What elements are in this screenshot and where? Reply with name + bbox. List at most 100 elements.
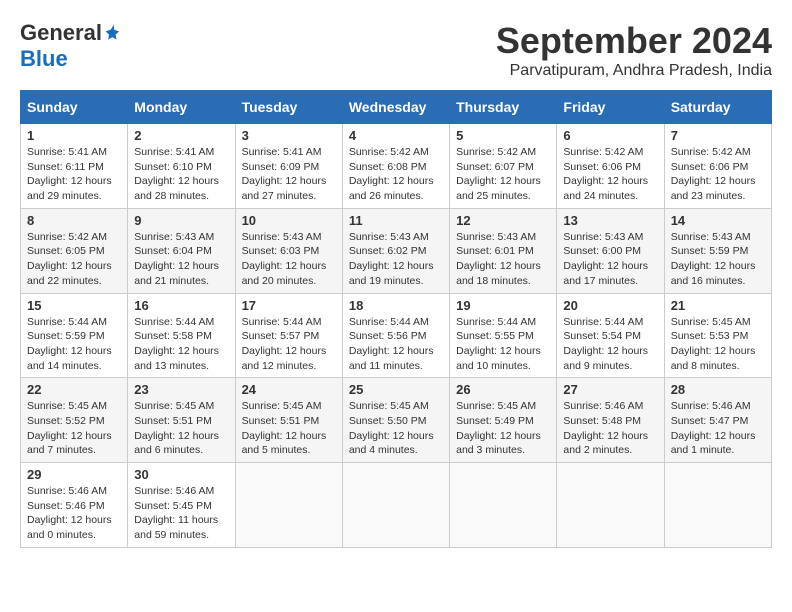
day-number: 26 [456,382,550,397]
table-row: 9 Sunrise: 5:43 AM Sunset: 6:04 PM Daylig… [128,208,235,293]
day-number: 16 [134,298,228,313]
day-number: 25 [349,382,443,397]
calendar-week-row: 1 Sunrise: 5:41 AM Sunset: 6:11 PM Daylig… [21,124,772,209]
day-number: 2 [134,128,228,143]
day-info: Sunrise: 5:46 AM Sunset: 5:46 PM Dayligh… [27,484,121,543]
day-info: Sunrise: 5:43 AM Sunset: 6:04 PM Dayligh… [134,230,228,289]
table-row: 20Sunrise: 5:44 AM Sunset: 5:54 PM Dayli… [557,293,664,378]
day-info: Sunrise: 5:42 AM Sunset: 6:07 PM Dayligh… [456,145,550,204]
table-row: 19 Sunrise: 5:44 AM Sunset: 5:55 PM Dayli… [450,293,557,378]
day-number: 24 [242,382,336,397]
day-number: 14 [671,213,765,228]
day-number: 4 [349,128,443,143]
month-title: September 2024 [496,20,772,62]
day-info: Sunrise: 5:44 AM Sunset: 5:54 PM Dayligh… [563,315,657,374]
day-info: Sunrise: 5:46 AM Sunset: 5:47 PM Dayligh… [671,399,765,458]
day-number: 15 [27,298,121,313]
col-sunday: Sunday [21,91,128,124]
day-info: Sunrise: 5:45 AM Sunset: 5:51 PM Dayligh… [134,399,228,458]
header: General Blue September 2024 Parvatipuram… [20,20,772,80]
day-info: Sunrise: 5:45 AM Sunset: 5:50 PM Dayligh… [349,399,443,458]
day-number: 3 [242,128,336,143]
calendar-week-row: 8 Sunrise: 5:42 AM Sunset: 6:05 PM Daylig… [21,208,772,293]
day-info: Sunrise: 5:43 AM Sunset: 6:03 PM Dayligh… [242,230,336,289]
col-saturday: Saturday [664,91,771,124]
table-row: 14Sunrise: 5:43 AM Sunset: 5:59 PM Dayli… [664,208,771,293]
table-row: 5 Sunrise: 5:42 AM Sunset: 6:07 PM Daylig… [450,124,557,209]
day-info: Sunrise: 5:44 AM Sunset: 5:59 PM Dayligh… [27,315,121,374]
day-number: 13 [563,213,657,228]
table-row: 18Sunrise: 5:44 AM Sunset: 5:56 PM Dayli… [342,293,449,378]
table-row: 10 Sunrise: 5:43 AM Sunset: 6:03 PM Dayli… [235,208,342,293]
day-info: Sunrise: 5:45 AM Sunset: 5:51 PM Dayligh… [242,399,336,458]
table-row: 2 Sunrise: 5:41 AM Sunset: 6:10 PM Daylig… [128,124,235,209]
calendar-body: 1 Sunrise: 5:41 AM Sunset: 6:11 PM Daylig… [21,124,772,548]
day-number: 10 [242,213,336,228]
day-number: 8 [27,213,121,228]
day-number: 28 [671,382,765,397]
day-number: 5 [456,128,550,143]
table-row: 28 Sunrise: 5:46 AM Sunset: 5:47 PM Dayli… [664,378,771,463]
col-wednesday: Wednesday [342,91,449,124]
calendar-week-row: 29 Sunrise: 5:46 AM Sunset: 5:46 PM Dayli… [21,463,772,548]
calendar-week-row: 15 Sunrise: 5:44 AM Sunset: 5:59 PM Dayli… [21,293,772,378]
day-info: Sunrise: 5:45 AM Sunset: 5:53 PM Dayligh… [671,315,765,374]
table-row: 13 Sunrise: 5:43 AM Sunset: 6:00 PM Dayli… [557,208,664,293]
day-number: 7 [671,128,765,143]
calendar: Sunday Monday Tuesday Wednesday Thursday… [20,90,772,548]
day-number: 1 [27,128,121,143]
day-info: Sunrise: 5:41 AM Sunset: 6:11 PM Dayligh… [27,145,121,204]
col-thursday: Thursday [450,91,557,124]
day-info: Sunrise: 5:41 AM Sunset: 6:09 PM Dayligh… [242,145,336,204]
day-info: Sunrise: 5:44 AM Sunset: 5:56 PM Dayligh… [349,315,443,374]
table-row: 30 Sunrise: 5:46 AM Sunset: 5:45 PM Dayli… [128,463,235,548]
day-number: 23 [134,382,228,397]
logo-general-text: General [20,20,102,46]
col-monday: Monday [128,91,235,124]
day-number: 12 [456,213,550,228]
table-row: 29 Sunrise: 5:46 AM Sunset: 5:46 PM Dayli… [21,463,128,548]
table-row: 4 Sunrise: 5:42 AM Sunset: 6:08 PM Daylig… [342,124,449,209]
day-info: Sunrise: 5:42 AM Sunset: 6:08 PM Dayligh… [349,145,443,204]
day-info: Sunrise: 5:46 AM Sunset: 5:45 PM Dayligh… [134,484,228,543]
day-info: Sunrise: 5:43 AM Sunset: 6:00 PM Dayligh… [563,230,657,289]
table-row: 11Sunrise: 5:43 AM Sunset: 6:02 PM Dayli… [342,208,449,293]
day-info: Sunrise: 5:44 AM Sunset: 5:55 PM Dayligh… [456,315,550,374]
table-row [557,463,664,548]
day-number: 6 [563,128,657,143]
table-row: 3 Sunrise: 5:41 AM Sunset: 6:09 PM Daylig… [235,124,342,209]
day-number: 22 [27,382,121,397]
table-row: 15 Sunrise: 5:44 AM Sunset: 5:59 PM Dayli… [21,293,128,378]
day-number: 21 [671,298,765,313]
day-number: 19 [456,298,550,313]
day-info: Sunrise: 5:42 AM Sunset: 6:06 PM Dayligh… [563,145,657,204]
day-info: Sunrise: 5:43 AM Sunset: 6:02 PM Dayligh… [349,230,443,289]
day-info: Sunrise: 5:44 AM Sunset: 5:58 PM Dayligh… [134,315,228,374]
table-row: 27Sunrise: 5:46 AM Sunset: 5:48 PM Dayli… [557,378,664,463]
logo-icon [104,23,124,43]
logo-blue-text: Blue [20,46,68,72]
day-number: 30 [134,467,228,482]
table-row [235,463,342,548]
day-info: Sunrise: 5:43 AM Sunset: 6:01 PM Dayligh… [456,230,550,289]
calendar-header-row: Sunday Monday Tuesday Wednesday Thursday… [21,91,772,124]
table-row: 23 Sunrise: 5:45 AM Sunset: 5:51 PM Dayli… [128,378,235,463]
table-row: 21 Sunrise: 5:45 AM Sunset: 5:53 PM Dayli… [664,293,771,378]
table-row: 17Sunrise: 5:44 AM Sunset: 5:57 PM Dayli… [235,293,342,378]
col-tuesday: Tuesday [235,91,342,124]
table-row [450,463,557,548]
table-row: 7Sunrise: 5:42 AM Sunset: 6:06 PM Daylig… [664,124,771,209]
day-info: Sunrise: 5:42 AM Sunset: 6:05 PM Dayligh… [27,230,121,289]
day-info: Sunrise: 5:45 AM Sunset: 5:52 PM Dayligh… [27,399,121,458]
day-number: 9 [134,213,228,228]
day-info: Sunrise: 5:45 AM Sunset: 5:49 PM Dayligh… [456,399,550,458]
table-row: 24 Sunrise: 5:45 AM Sunset: 5:51 PM Dayli… [235,378,342,463]
day-info: Sunrise: 5:46 AM Sunset: 5:48 PM Dayligh… [563,399,657,458]
table-row: 16 Sunrise: 5:44 AM Sunset: 5:58 PM Dayli… [128,293,235,378]
day-number: 17 [242,298,336,313]
day-info: Sunrise: 5:41 AM Sunset: 6:10 PM Dayligh… [134,145,228,204]
calendar-week-row: 22 Sunrise: 5:45 AM Sunset: 5:52 PM Dayli… [21,378,772,463]
day-number: 29 [27,467,121,482]
location: Parvatipuram, Andhra Pradesh, India [496,62,772,80]
table-row: 8 Sunrise: 5:42 AM Sunset: 6:05 PM Daylig… [21,208,128,293]
